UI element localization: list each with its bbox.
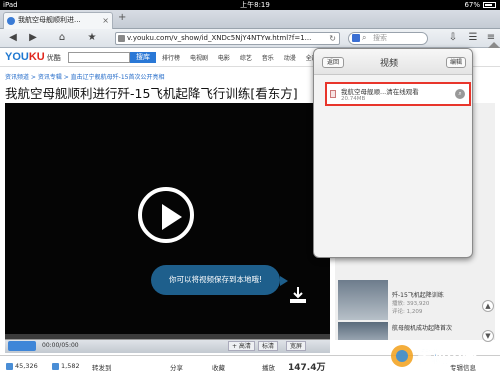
battery-icon	[483, 2, 496, 8]
nav-item-ranking[interactable]: 排行榜	[162, 55, 180, 62]
scroll-up-icon[interactable]: ▲	[482, 300, 494, 312]
search-engine-icon[interactable]	[352, 34, 360, 42]
play-icon	[162, 204, 182, 230]
edit-button[interactable]: 编辑	[446, 57, 466, 68]
page-icon	[118, 35, 125, 42]
site-search-input[interactable]	[68, 52, 130, 63]
refresh-icon[interactable]: ↻	[329, 33, 336, 44]
breadcrumb[interactable]: 资讯频道 > 资讯专辑 > 直击辽宁舰航母歼-15首次公开亮相	[5, 72, 165, 81]
search-input[interactable]: ⌕ 搜索	[348, 32, 428, 45]
close-tab-icon[interactable]: ×	[102, 13, 109, 28]
play-count-label: 播放	[262, 364, 275, 372]
playback-time: 00:00/05:00	[42, 342, 79, 349]
related-thumbnail[interactable]	[338, 322, 388, 340]
related-thumbnail[interactable]	[338, 280, 388, 320]
address-bar[interactable]: v.youku.com/v_show/id_XNDc5NjY4NTYw.html…	[115, 32, 340, 45]
share[interactable]: 分享	[170, 362, 183, 372]
nav-item-music[interactable]: 音乐	[262, 55, 274, 62]
popover-title: 视频	[380, 59, 399, 69]
forward-arrow-icon[interactable]: ▶	[26, 31, 40, 45]
bookmark-star-icon[interactable]: ★	[85, 31, 99, 45]
search-icon: ⌕	[362, 33, 367, 42]
status-bar: iPad 上午8:19 67%	[0, 0, 500, 10]
tab-bar: 我航空母舰顺利进... × +	[0, 10, 500, 29]
site-nav: 排行榜 电视剧 电影 综艺 音乐 动漫 全部	[162, 53, 326, 62]
watermark-logo: 手机中国	[391, 345, 477, 367]
bookmarks-icon[interactable]: ☰	[466, 31, 480, 45]
tab-title: 我航空母舰顺利进...	[18, 16, 81, 24]
play-count: 147.4万	[288, 363, 326, 373]
related-stats: 播放: 393,920 评论: 1,209	[392, 301, 430, 315]
share-to[interactable]: 转发到	[92, 362, 112, 372]
play-button[interactable]	[138, 187, 194, 243]
youku-logo[interactable]: YOUKU 优酷	[5, 51, 61, 63]
nav-item-anime[interactable]: 动漫	[284, 55, 296, 62]
battery-percent: 67%	[464, 1, 480, 9]
saved-video-item[interactable]: 我航空母舰顺...清在线观看 20.74MB ⌕	[325, 82, 471, 106]
save-hint-tooltip: 你可以将视频保存到本地哦!	[151, 265, 288, 295]
related-title[interactable]: 航母舰机成功起降首次	[392, 323, 452, 332]
favorite[interactable]: 收藏	[212, 362, 225, 372]
popover-arrow	[488, 42, 500, 48]
home-icon[interactable]: ⌂	[55, 31, 69, 45]
url-text: v.youku.com/v_show/id_XNDc5NjY4NTYw.html…	[127, 34, 312, 42]
videos-popover	[313, 48, 473, 258]
page-title: 我航空母舰顺利进行歼-15飞机起降飞行训练[看东方]	[5, 86, 298, 101]
navigation-bar: ◀ ▶ ⌂ ★ v.youku.com/v_show/id_XNDc5NjY4N…	[0, 29, 500, 48]
nav-item-movie[interactable]: 电影	[218, 55, 230, 62]
quality-hd-button[interactable]: + 高清	[228, 341, 255, 351]
quality-sd-button[interactable]: 标清	[258, 341, 279, 351]
stat-up[interactable]: 45,326	[6, 362, 38, 370]
saved-video-name: 我航空母舰顺...清在线观看	[341, 88, 419, 96]
stat-down[interactable]: 1,582	[52, 362, 80, 370]
back-arrow-icon[interactable]: ◀	[6, 31, 20, 45]
video-file-icon	[330, 90, 336, 98]
thumbs-up-icon	[6, 362, 13, 370]
related-title[interactable]: 歼-15飞机起降训练	[392, 290, 444, 299]
site-favicon-icon	[7, 17, 15, 25]
device-label: iPad	[3, 1, 18, 9]
site-search-button[interactable]: 搜库	[130, 52, 156, 63]
back-button[interactable]: 返回	[322, 57, 344, 68]
downloads-icon[interactable]: ⇩	[446, 31, 460, 45]
clock: 上午8:19	[240, 1, 270, 9]
search-placeholder: 搜索	[373, 34, 387, 42]
widescreen-button[interactable]: 宽屏	[286, 341, 307, 351]
saved-video-size: 20.74MB	[341, 96, 366, 102]
search-icon[interactable]: ⌕	[455, 89, 465, 99]
browser-tab[interactable]: 我航空母舰顺利进... ×	[3, 12, 113, 29]
play-pause-button[interactable]	[8, 341, 36, 351]
svg-text:手机中国: 手机中国	[417, 348, 477, 366]
nav-item-variety[interactable]: 综艺	[240, 55, 252, 62]
download-icon[interactable]	[288, 285, 308, 305]
new-tab-icon[interactable]: +	[118, 12, 126, 23]
thumbs-down-icon	[52, 362, 59, 370]
nav-item-tv[interactable]: 电视剧	[190, 55, 208, 62]
